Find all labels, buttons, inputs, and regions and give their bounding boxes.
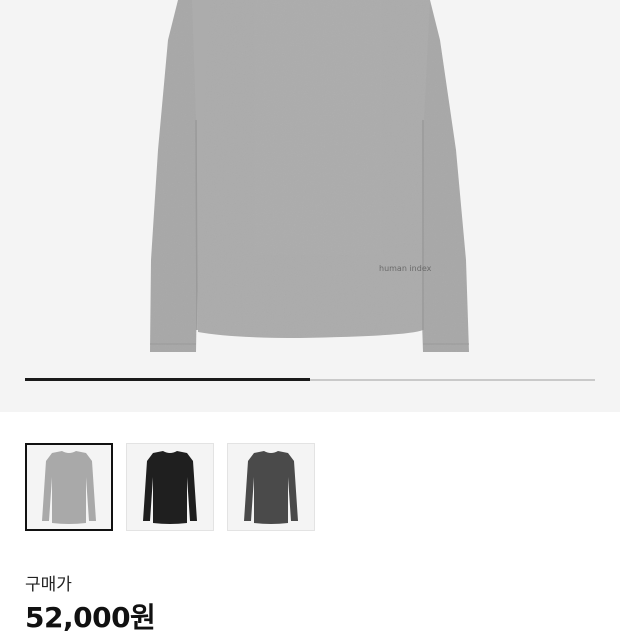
thumbnail-list	[25, 443, 315, 531]
light-gray-shirt-thumbnail	[42, 451, 96, 524]
charcoal-shirt-thumbnail	[244, 451, 298, 524]
shirt-print-text: human index	[379, 264, 432, 273]
black-shirt-thumbnail	[143, 451, 197, 524]
gallery-progress-track	[25, 378, 595, 381]
thumbnail-light-gray[interactable]	[25, 443, 113, 531]
product-image: human index	[0, 0, 620, 412]
gallery-progress-fill	[25, 378, 310, 381]
thumbnail-charcoal[interactable]	[227, 443, 315, 531]
thumbnail-black[interactable]	[126, 443, 214, 531]
price-label: 구매가	[25, 575, 72, 595]
product-image-area: human index	[0, 0, 620, 412]
price-value: 52,000원	[25, 601, 156, 634]
